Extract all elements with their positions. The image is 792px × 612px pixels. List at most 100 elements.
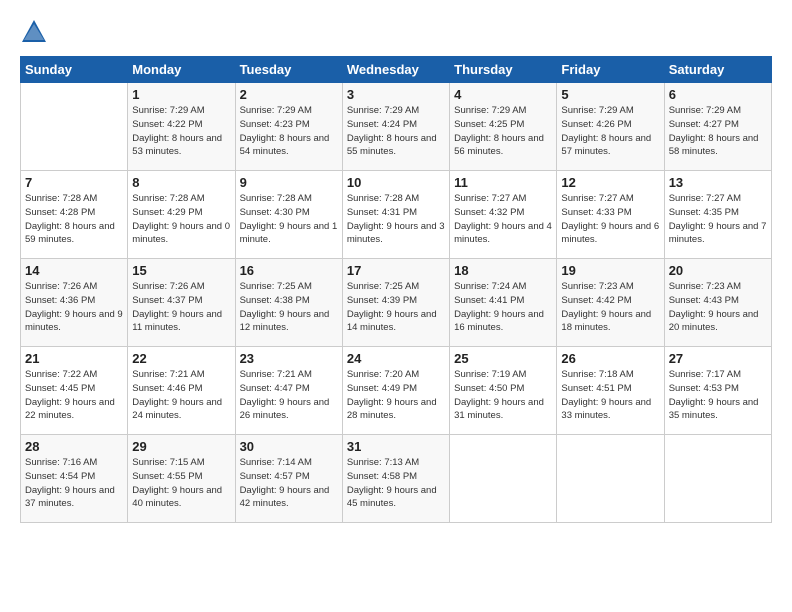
day-number: 18 [454,263,552,278]
day-info: Sunrise: 7:21 AMSunset: 4:47 PMDaylight:… [240,368,338,423]
weekday-header-wednesday: Wednesday [342,57,449,83]
calendar-cell: 10Sunrise: 7:28 AMSunset: 4:31 PMDayligh… [342,171,449,259]
day-number: 15 [132,263,230,278]
day-number: 9 [240,175,338,190]
calendar-cell: 18 Sunrise: 7:24 AMSunset: 4:41 PMDayligh… [450,259,557,347]
day-number: 10 [347,175,445,190]
day-number: 6 [669,87,767,102]
calendar-week-4: 21Sunrise: 7:22 AMSunset: 4:45 PMDayligh… [21,347,772,435]
calendar-week-3: 14 Sunrise: 7:26 AMSunset: 4:36 PMDayligh… [21,259,772,347]
calendar-cell: 20 Sunrise: 7:23 AMSunset: 4:43 PMDayligh… [664,259,771,347]
day-number: 8 [132,175,230,190]
day-info: Sunrise: 7:27 AMSunset: 4:35 PMDaylight:… [669,192,767,247]
calendar-cell: 14 Sunrise: 7:26 AMSunset: 4:36 PMDayligh… [21,259,128,347]
calendar-cell: 8 Sunrise: 7:28 AMSunset: 4:29 PMDaylight… [128,171,235,259]
day-info: Sunrise: 7:26 AMSunset: 4:37 PMDaylight:… [132,280,230,335]
day-number: 14 [25,263,123,278]
day-number: 21 [25,351,123,366]
day-number: 2 [240,87,338,102]
day-info: Sunrise: 7:17 AMSunset: 4:53 PMDaylight:… [669,368,767,423]
day-number: 20 [669,263,767,278]
weekday-header-monday: Monday [128,57,235,83]
day-number: 1 [132,87,230,102]
day-info: Sunrise: 7:28 AMSunset: 4:28 PMDaylight:… [25,192,123,247]
calendar-cell [450,435,557,523]
calendar-cell: 28 Sunrise: 7:16 AMSunset: 4:54 PMDayligh… [21,435,128,523]
day-number: 28 [25,439,123,454]
day-info: Sunrise: 7:27 AMSunset: 4:32 PMDaylight:… [454,192,552,247]
weekday-header-tuesday: Tuesday [235,57,342,83]
calendar-cell: 21Sunrise: 7:22 AMSunset: 4:45 PMDayligh… [21,347,128,435]
calendar-cell: 23 Sunrise: 7:21 AMSunset: 4:47 PMDayligh… [235,347,342,435]
logo-icon [20,18,48,46]
calendar-cell: 3 Sunrise: 7:29 AMSunset: 4:24 PMDaylight… [342,83,449,171]
calendar-table: SundayMondayTuesdayWednesdayThursdayFrid… [20,56,772,523]
day-info: Sunrise: 7:18 AMSunset: 4:51 PMDaylight:… [561,368,659,423]
calendar-cell: 1 Sunrise: 7:29 AMSunset: 4:22 PMDaylight… [128,83,235,171]
logo [20,18,52,46]
day-info: Sunrise: 7:29 AMSunset: 4:25 PMDaylight:… [454,104,552,159]
calendar-cell: 17 Sunrise: 7:25 AMSunset: 4:39 PMDayligh… [342,259,449,347]
calendar-cell: 6 Sunrise: 7:29 AMSunset: 4:27 PMDaylight… [664,83,771,171]
weekday-header-sunday: Sunday [21,57,128,83]
calendar-cell: 19Sunrise: 7:23 AMSunset: 4:42 PMDayligh… [557,259,664,347]
day-info: Sunrise: 7:14 AMSunset: 4:57 PMDaylight:… [240,456,338,511]
day-info: Sunrise: 7:25 AMSunset: 4:39 PMDaylight:… [347,280,445,335]
day-info: Sunrise: 7:24 AMSunset: 4:41 PMDaylight:… [454,280,552,335]
day-info: Sunrise: 7:28 AMSunset: 4:30 PMDaylight:… [240,192,338,247]
page: SundayMondayTuesdayWednesdayThursdayFrid… [0,0,792,533]
calendar-header: SundayMondayTuesdayWednesdayThursdayFrid… [21,57,772,83]
calendar-cell: 11 Sunrise: 7:27 AMSunset: 4:32 PMDayligh… [450,171,557,259]
day-info: Sunrise: 7:23 AMSunset: 4:43 PMDaylight:… [669,280,767,335]
weekday-header-friday: Friday [557,57,664,83]
calendar-body: 1 Sunrise: 7:29 AMSunset: 4:22 PMDaylight… [21,83,772,523]
calendar-cell: 22 Sunrise: 7:21 AMSunset: 4:46 PMDayligh… [128,347,235,435]
calendar-cell: 12 Sunrise: 7:27 AMSunset: 4:33 PMDayligh… [557,171,664,259]
day-info: Sunrise: 7:13 AMSunset: 4:58 PMDaylight:… [347,456,445,511]
day-number: 16 [240,263,338,278]
day-number: 31 [347,439,445,454]
day-info: Sunrise: 7:29 AMSunset: 4:23 PMDaylight:… [240,104,338,159]
day-info: Sunrise: 7:29 AMSunset: 4:22 PMDaylight:… [132,104,230,159]
calendar-cell: 24Sunrise: 7:20 AMSunset: 4:49 PMDayligh… [342,347,449,435]
calendar-cell: 31 Sunrise: 7:13 AMSunset: 4:58 PMDayligh… [342,435,449,523]
day-info: Sunrise: 7:27 AMSunset: 4:33 PMDaylight:… [561,192,659,247]
calendar-cell: 4 Sunrise: 7:29 AMSunset: 4:25 PMDaylight… [450,83,557,171]
calendar-cell: 29Sunrise: 7:15 AMSunset: 4:55 PMDayligh… [128,435,235,523]
day-number: 3 [347,87,445,102]
calendar-cell: 9 Sunrise: 7:28 AMSunset: 4:30 PMDaylight… [235,171,342,259]
day-number: 13 [669,175,767,190]
day-info: Sunrise: 7:19 AMSunset: 4:50 PMDaylight:… [454,368,552,423]
calendar-cell [664,435,771,523]
day-info: Sunrise: 7:25 AMSunset: 4:38 PMDaylight:… [240,280,338,335]
day-number: 12 [561,175,659,190]
day-info: Sunrise: 7:26 AMSunset: 4:36 PMDaylight:… [25,280,123,335]
day-info: Sunrise: 7:29 AMSunset: 4:24 PMDaylight:… [347,104,445,159]
calendar-week-5: 28 Sunrise: 7:16 AMSunset: 4:54 PMDayligh… [21,435,772,523]
day-number: 5 [561,87,659,102]
calendar-cell: 5 Sunrise: 7:29 AMSunset: 4:26 PMDaylight… [557,83,664,171]
day-number: 11 [454,175,552,190]
calendar-cell: 25 Sunrise: 7:19 AMSunset: 4:50 PMDayligh… [450,347,557,435]
day-number: 26 [561,351,659,366]
weekday-header-row: SundayMondayTuesdayWednesdayThursdayFrid… [21,57,772,83]
day-info: Sunrise: 7:16 AMSunset: 4:54 PMDaylight:… [25,456,123,511]
day-number: 25 [454,351,552,366]
day-number: 22 [132,351,230,366]
calendar-cell: 2 Sunrise: 7:29 AMSunset: 4:23 PMDaylight… [235,83,342,171]
calendar-cell: 27Sunrise: 7:17 AMSunset: 4:53 PMDayligh… [664,347,771,435]
day-number: 17 [347,263,445,278]
day-info: Sunrise: 7:29 AMSunset: 4:27 PMDaylight:… [669,104,767,159]
calendar-cell: 15 Sunrise: 7:26 AMSunset: 4:37 PMDayligh… [128,259,235,347]
day-number: 4 [454,87,552,102]
day-number: 24 [347,351,445,366]
header [20,18,772,46]
day-info: Sunrise: 7:29 AMSunset: 4:26 PMDaylight:… [561,104,659,159]
weekday-header-saturday: Saturday [664,57,771,83]
day-info: Sunrise: 7:28 AMSunset: 4:29 PMDaylight:… [132,192,230,247]
day-number: 23 [240,351,338,366]
day-number: 29 [132,439,230,454]
weekday-header-thursday: Thursday [450,57,557,83]
calendar-cell: 30Sunrise: 7:14 AMSunset: 4:57 PMDayligh… [235,435,342,523]
day-info: Sunrise: 7:21 AMSunset: 4:46 PMDaylight:… [132,368,230,423]
